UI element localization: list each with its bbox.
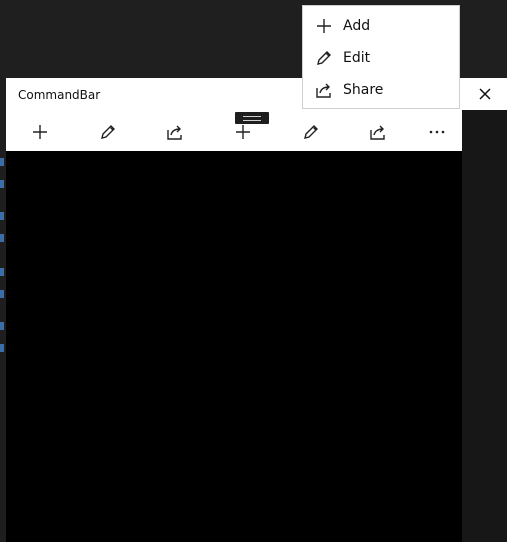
share-icon	[370, 125, 385, 140]
menu-item-label: Add	[343, 18, 371, 34]
plus-icon	[33, 125, 47, 139]
edit-button[interactable]	[88, 114, 128, 150]
window-title: CommandBar	[18, 88, 101, 102]
pencil-icon	[101, 125, 115, 139]
overflow-flyout: Add Edit Share	[302, 5, 460, 109]
share-icon	[315, 81, 333, 99]
tooltip-glyph	[243, 115, 261, 121]
menu-item-add[interactable]: Add	[303, 10, 459, 42]
menu-item-share[interactable]: Share	[303, 74, 459, 106]
pencil-icon	[315, 49, 333, 67]
menu-item-edit[interactable]: Edit	[303, 42, 459, 74]
tooltip	[235, 112, 269, 124]
plus-icon	[315, 17, 333, 35]
gutter-marks	[0, 150, 6, 400]
share-button[interactable]	[155, 114, 195, 150]
pencil-icon	[304, 125, 318, 139]
add-button[interactable]	[20, 114, 60, 150]
commandbar	[6, 114, 462, 150]
close-icon	[478, 88, 491, 100]
more-dots-icon	[429, 130, 445, 134]
more-button[interactable]	[417, 114, 457, 150]
share-button-2[interactable]	[358, 114, 398, 150]
edit-button-2[interactable]	[291, 114, 331, 150]
menu-item-label: Edit	[343, 50, 371, 66]
background-right	[462, 78, 507, 542]
menu-item-label: Share	[343, 82, 384, 98]
plus-icon	[236, 125, 250, 139]
share-icon	[167, 125, 182, 140]
close-button[interactable]	[462, 78, 507, 110]
